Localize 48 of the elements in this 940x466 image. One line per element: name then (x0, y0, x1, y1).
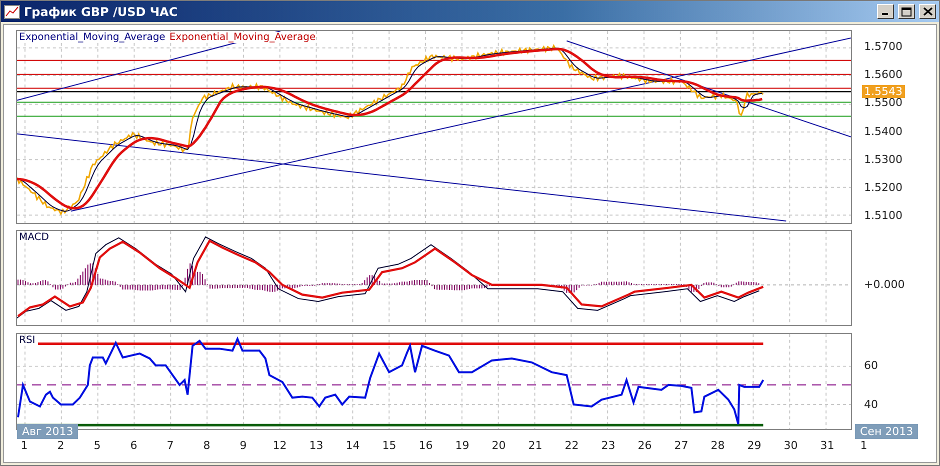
axis-label: 40 (864, 398, 878, 412)
axis-label: 5 (92, 439, 102, 452)
axis-label: 1.5500 (864, 96, 902, 110)
axis-label: 12 (272, 439, 288, 452)
axis-label: 1.5600 (864, 68, 902, 82)
panel-label: MACD (19, 232, 49, 243)
axis-label: 15 (381, 439, 398, 452)
axis-label: 16 (418, 439, 434, 452)
axis-label: 9 (238, 439, 248, 452)
axis-label: 6 (129, 439, 138, 452)
axis-label: 20 (490, 439, 507, 452)
axis-label: 19 (454, 439, 470, 452)
maximize-button[interactable] (898, 4, 915, 19)
minimize-button[interactable] (877, 4, 894, 19)
axis-label: 1.5400 (864, 124, 902, 139)
axis-label: 8 (202, 439, 212, 452)
maximize-icon (901, 6, 912, 16)
axis-label: 60 (864, 359, 878, 373)
close-icon (922, 7, 932, 16)
axis-label: 2 (56, 439, 66, 452)
month-label: Сен 2013 (855, 424, 918, 439)
axis-label: 13 (308, 439, 324, 452)
axis-label: 1.5700 (864, 40, 902, 54)
axis-label: 29 (746, 439, 762, 452)
panel-label: RSI (19, 335, 36, 346)
axis-label: 1 (20, 439, 29, 452)
axis-label: 1.5200 (864, 181, 902, 195)
axis-label: 14 (344, 439, 361, 452)
close-button[interactable] (919, 4, 936, 19)
axis-label: 28 (710, 439, 726, 452)
current-price-label: 1.5543 (862, 85, 904, 98)
axis-label: 1.5100 (864, 209, 902, 224)
axis-label: 23 (600, 439, 616, 452)
axis-label: 22 (564, 439, 580, 452)
month-label: Авг 2013 (17, 424, 78, 439)
axis-label: 7 (166, 439, 175, 452)
legend-label: Exponential_Moving_Average (169, 32, 316, 43)
axis-label: 31 (819, 439, 836, 452)
axis-label: 1 (859, 439, 868, 452)
axis-label: 27 (673, 439, 690, 452)
axis-label: 21 (527, 439, 544, 452)
axis-label: 26 (636, 439, 653, 452)
axis-label: 1.5300 (864, 152, 902, 167)
window-title: График GBP /USD ЧАС (24, 4, 179, 18)
axis-label: +0.000 (864, 278, 905, 292)
chart-icon (4, 4, 20, 18)
legend-label: Exponential_Moving_Average (19, 32, 166, 43)
axis-label: 30 (782, 439, 799, 452)
